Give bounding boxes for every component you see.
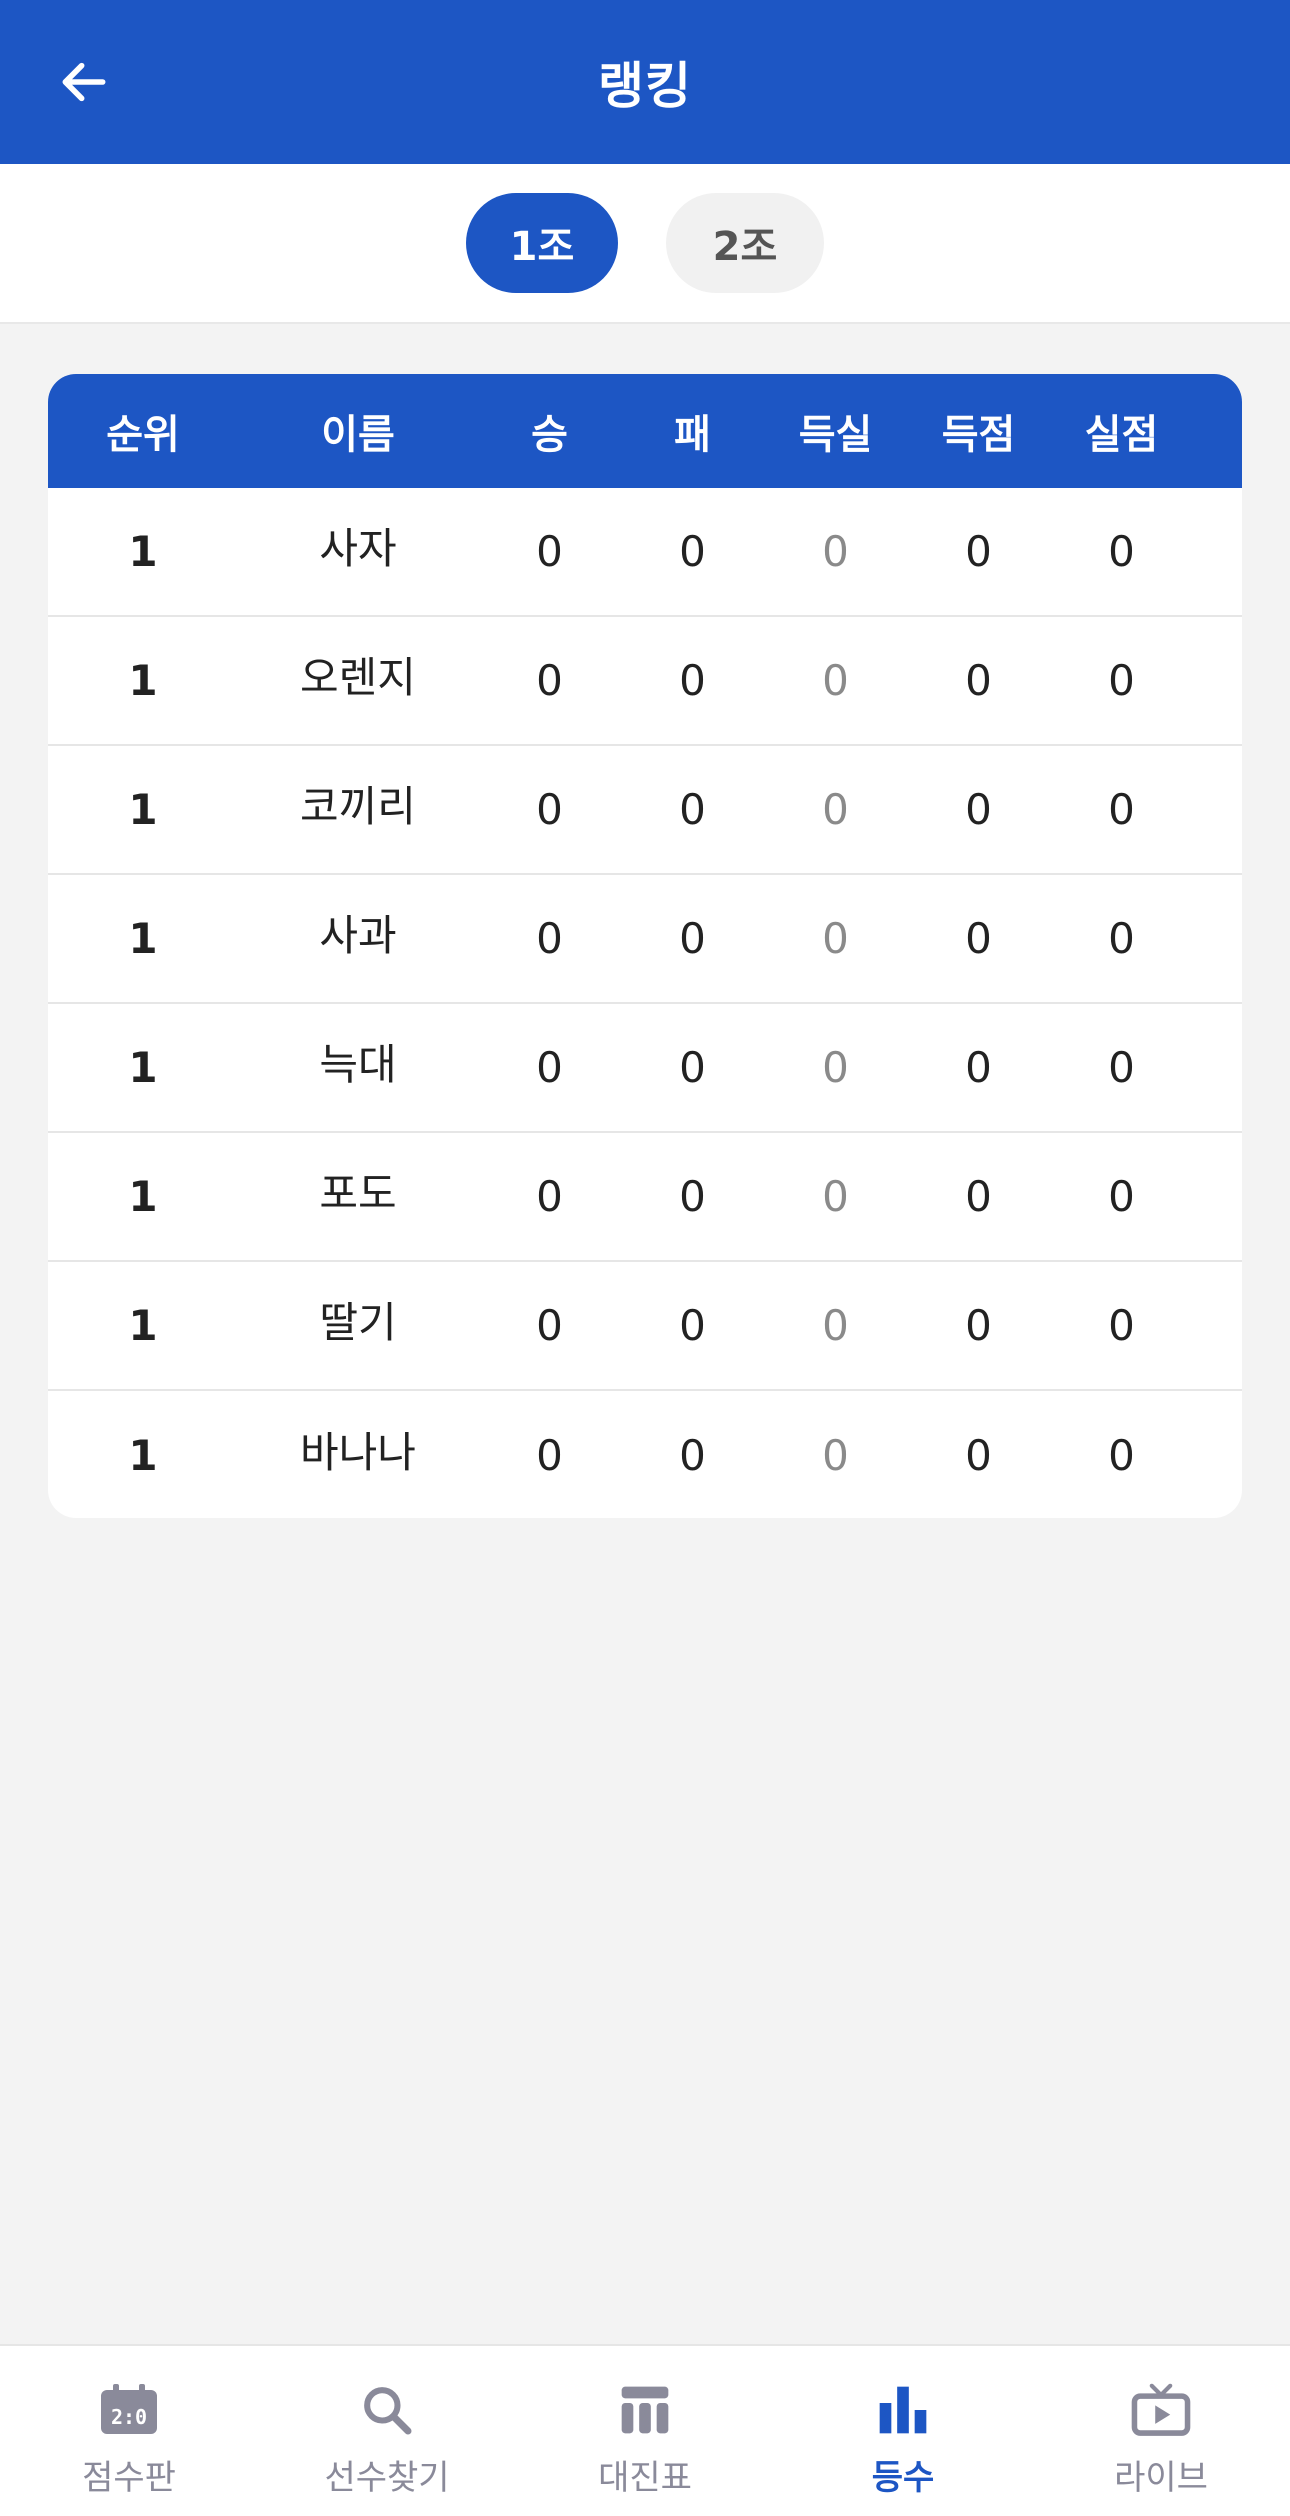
column-header-diff: 득실	[798, 412, 873, 458]
table-row: 1 사자 0 0 0 0 0	[48, 488, 1242, 617]
column-header-scored: 득점	[941, 412, 1016, 458]
conceded-cell: 0	[1108, 914, 1135, 963]
loss-cell: 0	[679, 785, 706, 834]
bar-chart-icon	[871, 2378, 935, 2442]
arrow-left-icon	[62, 62, 106, 102]
search-icon	[355, 2378, 419, 2442]
scored-cell: 0	[965, 1431, 992, 1480]
back-button[interactable]	[44, 42, 124, 122]
loss-cell: 0	[679, 914, 706, 963]
loss-cell: 0	[679, 1172, 706, 1221]
table-header: 순위 이름 승 패 득실 득점 실점	[48, 374, 1242, 488]
scored-cell: 0	[965, 785, 992, 834]
nav-item-live[interactable]: 라이브	[1032, 2346, 1290, 2516]
diff-cell: 0	[822, 914, 849, 963]
table-row: 1 코끼리 0 0 0 0 0	[48, 746, 1242, 875]
ranking-table: 순위 이름 승 패 득실 득점 실점 1 사자 0 0 0 0 0 1 오렌지 …	[48, 374, 1242, 1518]
loss-cell: 0	[679, 1301, 706, 1350]
loss-cell: 0	[679, 1043, 706, 1092]
nav-label-bracket: 대진표	[598, 2458, 692, 2498]
table-row: 1 바나나 0 0 0 0 0	[48, 1391, 1242, 1518]
win-cell: 0	[536, 785, 563, 834]
column-header-win: 승	[531, 412, 568, 458]
nav-item-bracket[interactable]: 대진표	[516, 2346, 774, 2516]
scored-cell: 0	[965, 527, 992, 576]
nav-item-scoreboard[interactable]: 2:0 점수판	[0, 2346, 258, 2516]
conceded-cell: 0	[1108, 656, 1135, 705]
name-cell: 오렌지	[300, 653, 416, 702]
win-cell: 0	[536, 914, 563, 963]
name-cell: 사과	[319, 911, 397, 960]
name-cell: 코끼리	[300, 782, 416, 831]
scoreboard-icon: 2:0	[97, 2378, 161, 2442]
diff-cell: 0	[822, 785, 849, 834]
conceded-cell: 0	[1108, 1301, 1135, 1350]
diff-cell: 0	[822, 1301, 849, 1350]
tab-group-1[interactable]: 1조	[466, 193, 618, 293]
svg-text:2:0: 2:0	[111, 2405, 147, 2429]
bracket-table-icon	[613, 2378, 677, 2442]
loss-cell: 0	[679, 1431, 706, 1480]
win-cell: 0	[536, 1043, 563, 1092]
rank-cell: 1	[128, 914, 158, 963]
scored-cell: 0	[965, 1043, 992, 1092]
name-cell: 딸기	[319, 1298, 397, 1347]
app-bar: 랭킹	[0, 0, 1290, 164]
nav-label-ranking: 등수	[871, 2458, 935, 2498]
rank-cell: 1	[128, 785, 158, 834]
conceded-cell: 0	[1108, 1043, 1135, 1092]
nav-label-player-search: 선수찾기	[324, 2458, 450, 2498]
diff-cell: 0	[822, 1172, 849, 1221]
conceded-cell: 0	[1108, 785, 1135, 834]
rank-cell: 1	[128, 1431, 158, 1480]
rank-cell: 1	[128, 1172, 158, 1221]
scored-cell: 0	[965, 914, 992, 963]
table-row: 1 늑대 0 0 0 0 0	[48, 1004, 1242, 1133]
table-row: 1 사과 0 0 0 0 0	[48, 875, 1242, 1004]
scored-cell: 0	[965, 1301, 992, 1350]
diff-cell: 0	[822, 656, 849, 705]
column-header-conceded: 실점	[1084, 412, 1159, 458]
win-cell: 0	[536, 1431, 563, 1480]
conceded-cell: 0	[1108, 527, 1135, 576]
conceded-cell: 0	[1108, 1431, 1135, 1480]
name-cell: 늑대	[319, 1040, 397, 1089]
diff-cell: 0	[822, 527, 849, 576]
tab-group-2[interactable]: 2조	[666, 193, 824, 293]
tv-icon	[1129, 2378, 1193, 2442]
scored-cell: 0	[965, 1172, 992, 1221]
win-cell: 0	[536, 1172, 563, 1221]
scored-cell: 0	[965, 656, 992, 705]
column-header-loss: 패	[674, 412, 711, 458]
conceded-cell: 0	[1108, 1172, 1135, 1221]
table-row: 1 오렌지 0 0 0 0 0	[48, 617, 1242, 746]
rank-cell: 1	[128, 1301, 158, 1350]
loss-cell: 0	[679, 656, 706, 705]
nav-item-player-search[interactable]: 선수찾기	[258, 2346, 516, 2516]
name-cell: 포도	[319, 1169, 397, 1218]
table-row: 1 딸기 0 0 0 0 0	[48, 1262, 1242, 1391]
nav-item-ranking[interactable]: 등수	[774, 2346, 1032, 2516]
table-row: 1 포도 0 0 0 0 0	[48, 1133, 1242, 1262]
group-tabs: 1조 2조	[0, 164, 1290, 324]
diff-cell: 0	[822, 1043, 849, 1092]
name-cell: 사자	[319, 524, 397, 573]
nav-label-scoreboard: 점수판	[82, 2458, 176, 2498]
column-header-rank: 순위	[106, 412, 180, 458]
rank-cell: 1	[128, 527, 158, 576]
diff-cell: 0	[822, 1431, 849, 1480]
rank-cell: 1	[128, 656, 158, 705]
name-cell: 바나나	[300, 1428, 416, 1477]
win-cell: 0	[536, 656, 563, 705]
page-title: 랭킹	[598, 57, 692, 115]
win-cell: 0	[536, 527, 563, 576]
bottom-navigation: 2:0 점수판 선수찾기 대진표 등수 라이브	[0, 2344, 1290, 2516]
column-header-name: 이름	[321, 412, 395, 458]
nav-label-live: 라이브	[1114, 2458, 1208, 2498]
win-cell: 0	[536, 1301, 563, 1350]
rank-cell: 1	[128, 1043, 158, 1092]
loss-cell: 0	[679, 527, 706, 576]
